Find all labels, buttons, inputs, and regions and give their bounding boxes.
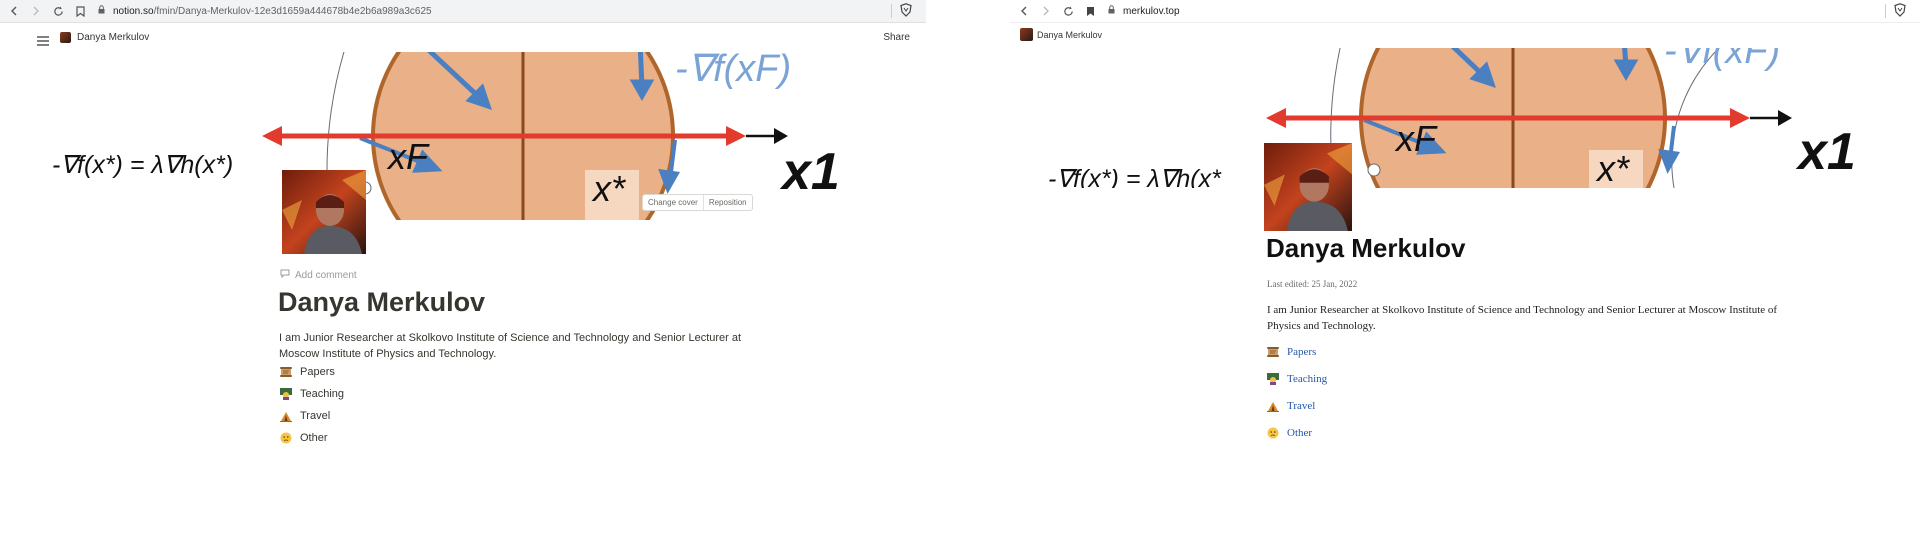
forward-icon[interactable] xyxy=(1038,3,1054,19)
link-travel[interactable]: Travel xyxy=(280,410,330,422)
link-label: Papers xyxy=(1287,346,1317,358)
link-papers[interactable]: Papers xyxy=(280,366,335,378)
cover-label-x1: x1 xyxy=(1798,123,1856,181)
breadcrumb-label: Danya Merkulov xyxy=(77,32,150,43)
cover-label-x1: x1 xyxy=(782,143,840,201)
thinking-face-icon xyxy=(1267,427,1279,439)
last-edited: Last edited: 25 Jan, 2022 xyxy=(1267,279,1358,289)
page-cover: -∇f(x*) = λ∇h(x* xF x* -∇f(xF) x1 xyxy=(1034,48,1920,188)
link-label: Papers xyxy=(300,366,335,378)
url-host: merkulov.top xyxy=(1123,5,1180,17)
link-other[interactable]: Other xyxy=(280,432,328,444)
link-label: Travel xyxy=(300,410,331,422)
page-cover[interactable]: -∇f(x*) = λ∇h(x*) xF x* -∇f(xF) x1 Chang… xyxy=(30,52,926,220)
breadcrumb[interactable]: Danya Merkulov xyxy=(60,32,149,43)
link-travel[interactable]: Travel xyxy=(1267,400,1315,412)
page-description: I am Junior Researcher at Skolkovo Insti… xyxy=(1267,304,1778,332)
cover-controls: Change cover Reposition xyxy=(642,194,753,211)
cover-label-xf: xF xyxy=(388,136,428,177)
cover-label-grad: -∇f(xF) xyxy=(1664,48,1781,72)
add-comment-label: Add comment xyxy=(295,269,357,281)
hamburger-menu-icon[interactable] xyxy=(37,33,49,46)
cover-label-xstar: x* xyxy=(593,168,626,209)
link-teaching[interactable]: Teaching xyxy=(280,388,344,400)
change-cover-button[interactable]: Change cover xyxy=(643,195,703,210)
avatar xyxy=(1264,143,1352,231)
link-label: Travel xyxy=(1287,400,1316,412)
link-papers[interactable]: Papers xyxy=(1267,346,1316,358)
brave-shield-icon[interactable] xyxy=(900,3,914,19)
share-button[interactable]: Share xyxy=(883,32,910,43)
reload-icon[interactable] xyxy=(1060,3,1076,19)
link-label: Teaching xyxy=(300,388,345,400)
browser-toolbar: notion.so/fmin/Danya-Merkulov-12e3d1659a… xyxy=(0,0,926,23)
add-comment-button[interactable]: Add comment xyxy=(280,269,357,281)
notion-browser-window: notion.so/fmin/Danya-Merkulov-12e3d1659a… xyxy=(0,0,926,540)
cover-label-grad: -∇f(xF) xyxy=(675,52,792,90)
camping-icon xyxy=(280,410,292,422)
forward-icon[interactable] xyxy=(28,3,44,19)
lock-icon xyxy=(1108,5,1115,17)
lock-icon xyxy=(98,5,105,17)
browser-toolbar: merkulov.top xyxy=(1010,0,1920,23)
link-label: Teaching xyxy=(1287,373,1328,385)
teacher-icon xyxy=(280,388,292,400)
link-label: Other xyxy=(1287,427,1313,439)
cover-formula: -∇f(x*) = λ∇h(x*) xyxy=(52,151,234,179)
page-title: Danya Merkulov xyxy=(1266,233,1466,263)
cover-formula: -∇f(x*) = λ∇h(x* xyxy=(1048,165,1221,188)
back-icon[interactable] xyxy=(1016,3,1032,19)
address-bar[interactable]: merkulov.top xyxy=(1108,3,1885,19)
link-teaching[interactable]: Teaching xyxy=(1267,373,1327,385)
camping-icon xyxy=(1267,400,1279,412)
thinking-face-icon xyxy=(280,432,292,444)
back-icon[interactable] xyxy=(6,3,22,19)
reposition-button[interactable]: Reposition xyxy=(702,195,752,210)
bookmark-icon[interactable] xyxy=(1082,3,1098,19)
brave-shield-icon[interactable] xyxy=(1894,3,1908,19)
page-icon xyxy=(1020,28,1033,41)
page-icon xyxy=(60,32,71,43)
url-host: notion.so xyxy=(113,5,154,17)
avatar xyxy=(282,170,366,254)
page-description: I am Junior Researcher at Skolkovo Insti… xyxy=(279,332,742,360)
breadcrumb-label[interactable]: Danya Merkulov xyxy=(1037,30,1102,40)
site-topbar: Danya Merkulov xyxy=(1020,28,1102,41)
scroll-icon xyxy=(280,366,292,378)
toolbar-divider xyxy=(1885,4,1886,18)
cover-label-xf: xF xyxy=(1396,118,1436,159)
address-bar[interactable]: notion.so/fmin/Danya-Merkulov-12e3d1659a… xyxy=(98,3,891,19)
reload-icon[interactable] xyxy=(50,3,66,19)
url-path: /fmin/Danya-Merkulov-12e3d1659a444678b4e… xyxy=(153,5,432,17)
link-other[interactable]: Other xyxy=(1267,427,1312,439)
comment-icon xyxy=(280,269,290,281)
page-title[interactable]: Danya Merkulov xyxy=(278,287,485,318)
link-label: Other xyxy=(300,432,328,444)
toolbar-divider xyxy=(891,4,892,18)
bookmark-icon[interactable] xyxy=(72,3,88,19)
site-browser-window: merkulov.top Danya Merkulov -∇f(x*) = λ∇… xyxy=(1010,0,1920,540)
cover-label-xstar: x* xyxy=(1597,148,1630,188)
teacher-icon xyxy=(1267,373,1279,385)
scroll-icon xyxy=(1267,346,1279,358)
notion-topbar: Danya Merkulov Share xyxy=(0,28,926,50)
